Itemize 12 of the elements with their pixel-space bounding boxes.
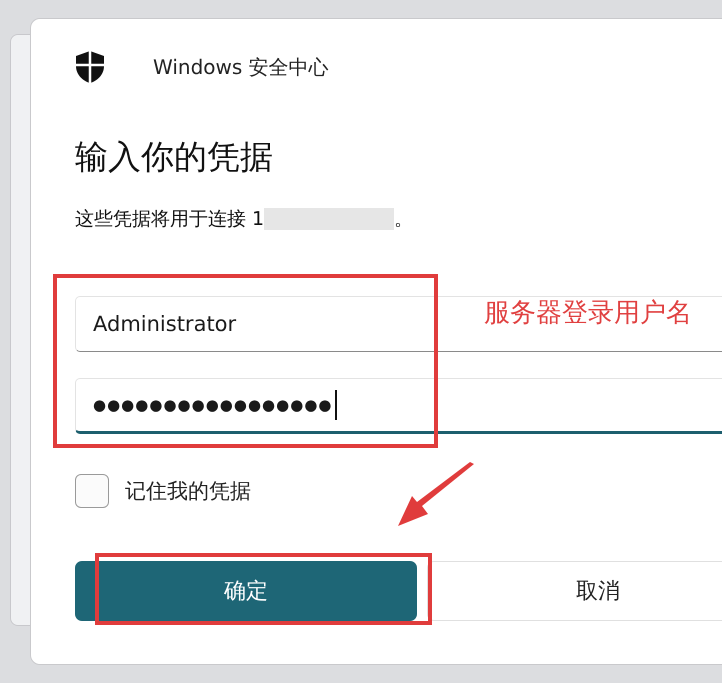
dialog-heading: 输入你的凭据 [75, 137, 274, 176]
remember-checkbox[interactable] [75, 474, 109, 508]
cancel-button[interactable]: 取消 [427, 561, 722, 621]
window-title: Windows 安全中心 [153, 54, 329, 80]
confirm-button[interactable]: 确定 [75, 561, 417, 621]
description-end: 。 [394, 206, 414, 232]
arrow-icon [396, 462, 476, 528]
shield-icon [75, 50, 105, 84]
password-field[interactable]: ●●●●●●●●●●●●●●●●● [75, 378, 722, 434]
annotation-text: 服务器登录用户名 [484, 297, 692, 330]
description-text: 这些凭据将用于连接 1 [75, 206, 264, 232]
remember-label: 记住我的凭据 [125, 478, 251, 505]
